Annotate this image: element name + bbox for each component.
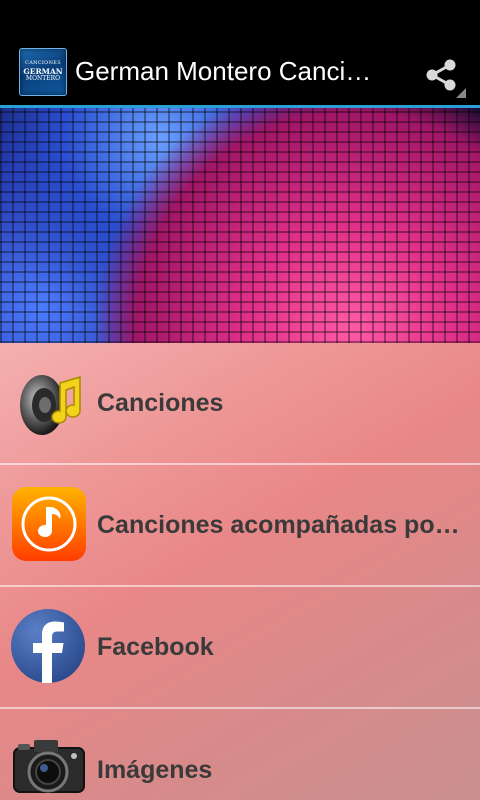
menu-item-label: Imágenes [97,755,213,784]
share-button[interactable] [416,52,466,98]
menu-item-canciones-acompanadas[interactable]: Canciones acompañadas por… [0,465,480,587]
action-bar: CANCIONES GERMAN MONTERO German Montero … [0,38,480,108]
app-title: German Montero Canci… [75,56,372,86]
facebook-icon [10,607,90,687]
menu-item-label: Facebook [97,632,214,661]
menu-item-label: Canciones [97,388,224,417]
menu-item-facebook[interactable]: Facebook [0,587,480,709]
camera-icon [10,730,90,800]
app-logo[interactable]: CANCIONES GERMAN MONTERO [19,47,67,96]
share-icon [426,59,456,91]
overflow-corner-icon [456,88,466,98]
status-bar [0,0,480,38]
menu-list: Canciones Canciones acompañadas por… Fac… [0,343,480,800]
menu-item-imagenes[interactable]: Imágenes [0,709,480,800]
banner-image [0,108,480,343]
music-note-icon [10,485,90,565]
menu-item-canciones[interactable]: Canciones [0,343,480,465]
menu-item-label: Canciones acompañadas por… [97,510,469,539]
speaker-music-icon [10,363,90,443]
